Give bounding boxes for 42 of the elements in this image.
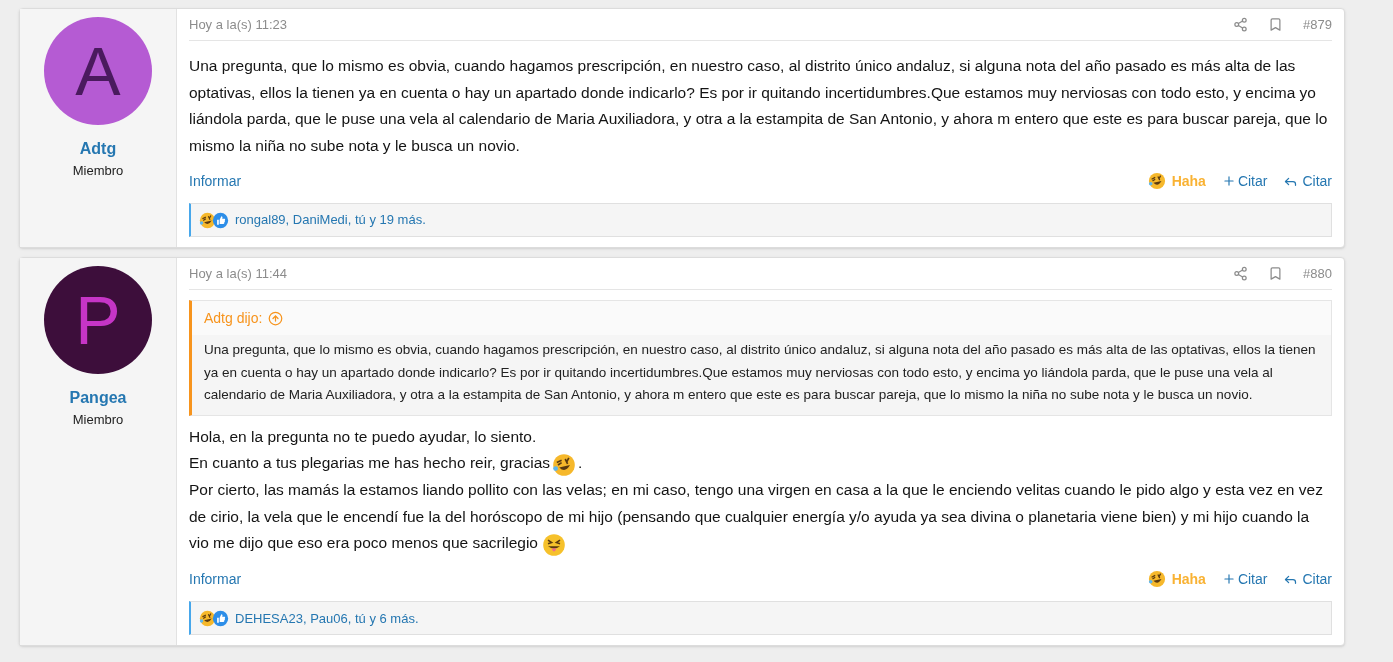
avatar-letter: A: [75, 37, 121, 105]
post-text: En cuanto a tus plegarias me has hecho reir, gracias: [189, 454, 550, 471]
post-text: Una pregunta, que lo mismo es obvia, cuando hagamos prescripción, en nuestro caso, al distrito único andaluz, si alguna nota del año pasado es más alta de las optativas, ellos la tienen ya en cuenta o hay un apartado donde indicarlo? Es por ir quitando incertidumbres.Que estamos muy nerviosas con todo esto, y encima yo liándola parda, que le puse una vela al calendario de Maria Auxiliadora, y otra a la estampita de San Antonio, y ahora m entero que este es para buscar pareja, que lo mismo la niña no sube nota y le busca un novio.: [189, 57, 1328, 154]
circle-arrow-up-icon[interactable]: [268, 310, 284, 326]
reactions-link[interactable]: rongal89, DaniMedi, tú y 19 más.: [235, 210, 426, 230]
user-role: Miembro: [72, 411, 124, 429]
quote-author-link[interactable]: Adtg dijo:: [204, 307, 263, 329]
username-link[interactable]: Pangea: [69, 386, 127, 410]
laughing-emoji-icon: [199, 609, 216, 627]
user-role: Miembro: [72, 162, 124, 180]
report-link[interactable]: Informar: [189, 170, 242, 192]
post-number[interactable]: #880: [1303, 263, 1332, 284]
tongue-face-emoji-icon: [541, 532, 566, 557]
laughing-emoji-icon: [552, 452, 576, 477]
laughing-emoji-icon: [1147, 172, 1166, 190]
laughing-emoji-icon: [1147, 570, 1166, 589]
reply-button[interactable]: Citar: [1283, 170, 1332, 192]
post-text: .: [578, 454, 583, 471]
post-text: Por cierto, las mamás la estamos liando pollito con las velas; en mi caso, tengo una virgen en casa a la que le enciendo velitas cuando le pido algo y esta vez en vez de cirio, la vela que le encendí fue la del horóscopo de mi hijo (pensando que cualquier energía y/o ayuda ya sea divina o planetaria viene bien) y mi hijo cuando la vio me dijo que eso era poco menos que sacrilegio: [189, 481, 1323, 552]
avatar-letter: P: [75, 286, 121, 354]
reply-button[interactable]: Citar: [1283, 568, 1332, 590]
bookmark-icon[interactable]: [1268, 266, 1284, 281]
multiquote-button[interactable]: Citar: [1221, 170, 1268, 192]
quote-text: Una pregunta, que lo mismo es obvia, cuando hagamos prescripción, en nuestro caso, al distrito único andaluz, si alguna nota del año pasado es más alta de las optativas, ellos la tienen ya en cuenta o hay un apartado donde indicarlo? Es por ir quitando incertidumbres.Que estamos muy nerviosas con todo esto, y encima yo liándola parda, que le puse una vela al calendario de Maria Auxiliadora, y otra a la estampita de San Antonio, y ahora m entero que este es para buscar pareja, que lo mismo la niña no sube nota y le busca un novio.: [203, 341, 1317, 404]
avatar[interactable]: A: [44, 17, 152, 125]
share-icon[interactable]: [1233, 266, 1249, 281]
multiquote-button[interactable]: Citar: [1221, 568, 1268, 590]
report-link[interactable]: Informar: [189, 568, 242, 590]
post-number[interactable]: #879: [1303, 14, 1332, 35]
username-link[interactable]: Adtg: [79, 137, 117, 161]
avatar[interactable]: P: [44, 266, 152, 374]
share-icon[interactable]: [1233, 17, 1249, 32]
post-text: Hola, en la pregunta no te puedo ayudar, lo siento.: [189, 427, 537, 445]
post-time[interactable]: Hoy a la(s) 11:44: [189, 263, 288, 284]
thumbs-up-icon: [212, 211, 229, 229]
laughing-emoji-icon: [199, 211, 216, 229]
post-time[interactable]: Hoy a la(s) 11:23: [189, 14, 288, 35]
bookmark-icon[interactable]: [1268, 17, 1284, 32]
plus-icon: [1221, 572, 1236, 587]
reactions-link[interactable]: DEHESA23, Pau06, tú y 6 más.: [235, 608, 419, 629]
thumbs-up-icon: [212, 609, 229, 627]
plus-icon: [1221, 174, 1236, 188]
